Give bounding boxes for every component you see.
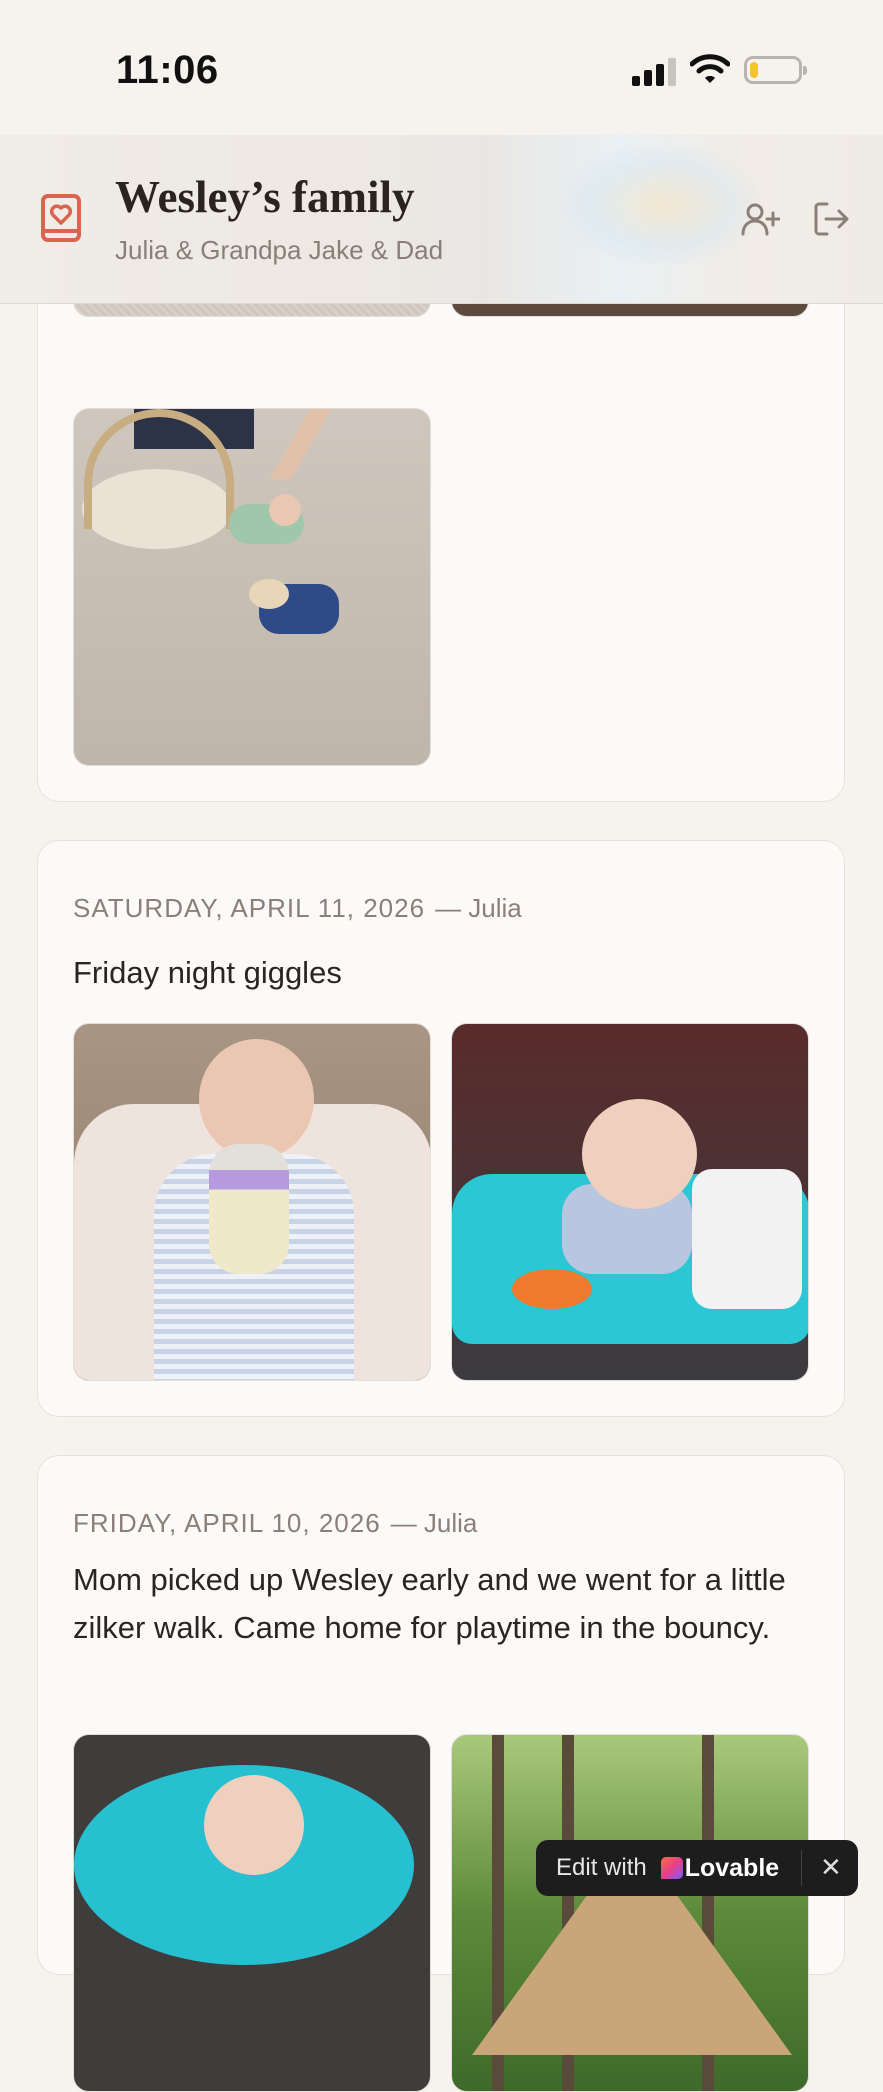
close-icon[interactable]: ✕ — [820, 1852, 842, 1882]
edit-with-lovable-badge[interactable]: Edit with Lovable ✕ — [536, 1840, 858, 1896]
lovable-logo-icon — [660, 1857, 683, 1879]
entry-photo[interactable] — [451, 1734, 809, 2092]
cellular-signal-icon — [632, 56, 676, 86]
feed-entry: SATURDAY, APRIL 11, 2026 — Julia Friday n… — [37, 840, 845, 1417]
entry-author: — Julia — [390, 1508, 478, 1538]
add-member-icon[interactable] — [740, 199, 780, 239]
entry-photo[interactable] — [73, 1023, 431, 1381]
badge-edit-label: Edit with — [556, 1854, 647, 1881]
entry-meta: FRIDAY, APRIL 10, 2026 — Julia — [73, 1508, 477, 1539]
entry-photo[interactable] — [73, 408, 431, 766]
wifi-icon — [690, 54, 730, 83]
entry-date: FRIDAY, APRIL 10, 2026 — [73, 1508, 381, 1538]
entry-photo[interactable] — [451, 1023, 809, 1381]
photo-album-heart-icon[interactable] — [40, 193, 82, 243]
family-members: Julia & Grandpa Jake & Dad — [115, 235, 444, 265]
page-title: Wesley’s family — [115, 172, 415, 222]
feed-entry — [37, 201, 845, 802]
entry-photo[interactable] — [73, 1734, 431, 2092]
badge-divider — [801, 1850, 802, 1886]
entry-caption: Mom picked up Wesley early and we went f… — [73, 1562, 786, 1645]
badge-brand: Lovable — [684, 1853, 780, 1882]
status-bar: 11:06 — [0, 0, 883, 135]
entry-caption: Friday night giggles — [73, 955, 342, 990]
entry-date: SATURDAY, APRIL 11, 2026 — [73, 893, 426, 923]
status-time: 11:06 — [116, 48, 219, 92]
entry-author: — Julia — [435, 893, 522, 923]
app-header: Wesley’s family Julia & Grandpa Jake & D… — [0, 135, 883, 304]
sign-out-icon[interactable] — [811, 199, 851, 239]
feed-entry: FRIDAY, APRIL 10, 2026 — Julia Mom picked… — [37, 1455, 845, 2092]
battery-icon — [744, 56, 807, 84]
entry-meta: SATURDAY, APRIL 11, 2026 — Julia — [73, 893, 522, 924]
